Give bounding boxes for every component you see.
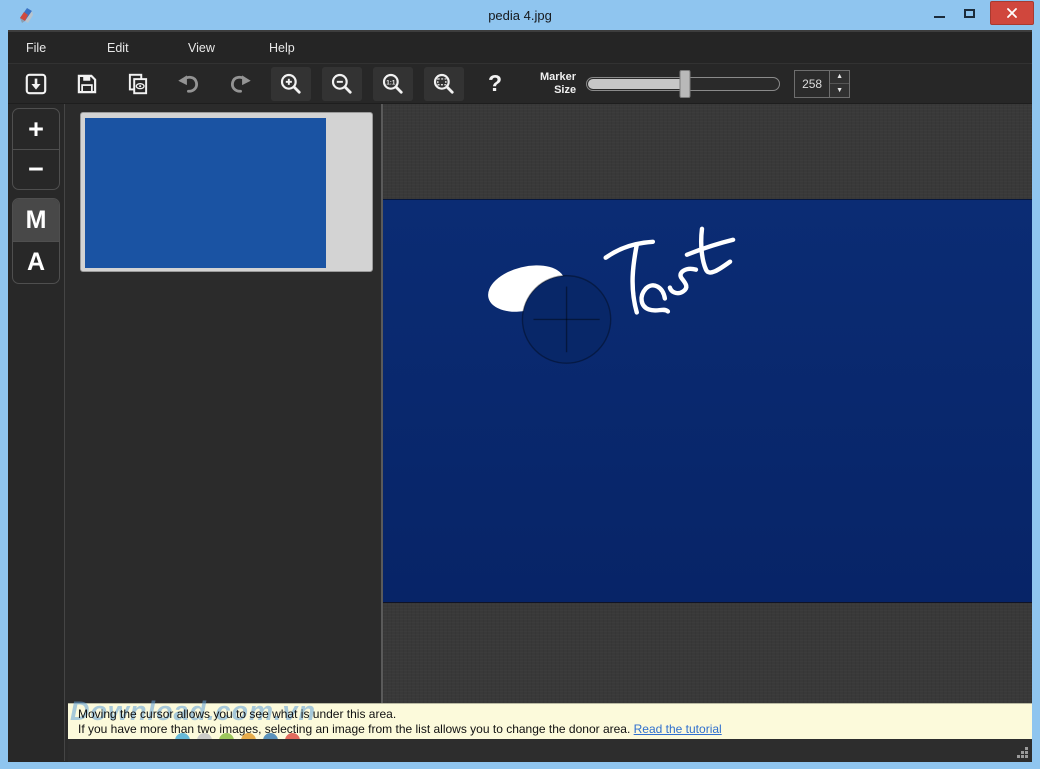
zoom-fit-icon bbox=[431, 71, 457, 97]
marker-size-label: Marker Size bbox=[540, 71, 576, 97]
minimize-button[interactable] bbox=[924, 1, 954, 25]
menu-edit[interactable]: Edit bbox=[107, 41, 188, 55]
preview-icon bbox=[125, 71, 151, 97]
decrease-marker-button[interactable]: − bbox=[13, 149, 59, 189]
app-frame: File Edit View Help bbox=[8, 30, 1032, 762]
marker-size-value[interactable]: 258 bbox=[794, 70, 830, 98]
zoom-fit-button[interactable] bbox=[424, 67, 464, 101]
app-logo-icon bbox=[16, 5, 36, 25]
redo-button[interactable] bbox=[220, 67, 260, 101]
zoom-actual-button[interactable]: 1:1 bbox=[373, 67, 413, 101]
resize-grip[interactable] bbox=[1015, 745, 1029, 759]
tool-sidebar: + − M A bbox=[8, 104, 64, 761]
zoom-in-button[interactable] bbox=[271, 67, 311, 101]
open-icon bbox=[23, 71, 49, 97]
menu-file[interactable]: File bbox=[26, 41, 107, 55]
handwritten-test-text bbox=[606, 229, 733, 313]
image-list-panel bbox=[64, 104, 383, 761]
spin-up-button[interactable]: ▲ bbox=[830, 71, 849, 84]
zoom-in-icon bbox=[278, 71, 304, 97]
spinner-arrows: ▲ ▼ bbox=[830, 70, 850, 98]
status-line-1: Moving the cursor allows you to see what… bbox=[78, 707, 1032, 722]
photo-image[interactable] bbox=[383, 199, 1032, 603]
window-controls bbox=[924, 0, 1034, 26]
zoom-actual-icon: 1:1 bbox=[380, 71, 406, 97]
manual-mode-button[interactable]: M bbox=[13, 199, 59, 241]
slider-fill bbox=[588, 79, 687, 89]
image-thumbnail-selected[interactable] bbox=[80, 112, 373, 272]
maximize-icon bbox=[964, 9, 975, 18]
window-title: pedia 4.jpg bbox=[0, 8, 1040, 23]
maximize-button[interactable] bbox=[954, 1, 984, 25]
undo-icon bbox=[175, 70, 203, 98]
marker-size-spinbox: 258 ▲ ▼ bbox=[794, 70, 850, 98]
help-icon: ? bbox=[488, 72, 502, 95]
zoom-out-icon bbox=[329, 71, 355, 97]
zoom-out-button[interactable] bbox=[322, 67, 362, 101]
menu-help[interactable]: Help bbox=[269, 41, 350, 55]
minimize-icon bbox=[934, 16, 945, 18]
app-window: pedia 4.jpg File Edit View Help bbox=[0, 0, 1040, 769]
bottom-strip bbox=[68, 739, 1032, 762]
save-icon bbox=[74, 71, 100, 97]
redo-icon bbox=[226, 70, 254, 98]
increase-marker-button[interactable]: + bbox=[13, 109, 59, 149]
help-button[interactable]: ? bbox=[475, 67, 515, 101]
content-area: + − M A bbox=[8, 104, 1032, 761]
photo-overlay bbox=[383, 200, 1032, 602]
save-button[interactable] bbox=[67, 67, 107, 101]
close-button[interactable] bbox=[990, 1, 1034, 25]
status-hint-bar: Download.com.vn Moving the cursor allows… bbox=[68, 703, 1032, 739]
spin-down-button[interactable]: ▼ bbox=[830, 83, 849, 97]
toolbar: 1:1 ? Marker Size bbox=[8, 63, 1032, 104]
read-tutorial-link[interactable]: Read the tutorial bbox=[634, 722, 722, 736]
svg-text:1:1: 1:1 bbox=[386, 79, 396, 86]
editor-canvas[interactable] bbox=[383, 104, 1032, 761]
preview-button[interactable] bbox=[118, 67, 158, 101]
thumbnail-image bbox=[85, 118, 326, 268]
slider-handle[interactable] bbox=[680, 70, 691, 98]
open-button[interactable] bbox=[16, 67, 56, 101]
marker-size-slider[interactable] bbox=[586, 77, 780, 91]
titlebar: pedia 4.jpg bbox=[0, 0, 1040, 30]
menu-view[interactable]: View bbox=[188, 41, 269, 55]
auto-mode-button[interactable]: A bbox=[13, 241, 59, 283]
close-icon bbox=[1006, 7, 1018, 19]
menubar: File Edit View Help bbox=[8, 30, 1032, 63]
mode-tool-group: M A bbox=[12, 198, 60, 284]
zoom-tool-group: + − bbox=[12, 108, 60, 190]
undo-button[interactable] bbox=[169, 67, 209, 101]
